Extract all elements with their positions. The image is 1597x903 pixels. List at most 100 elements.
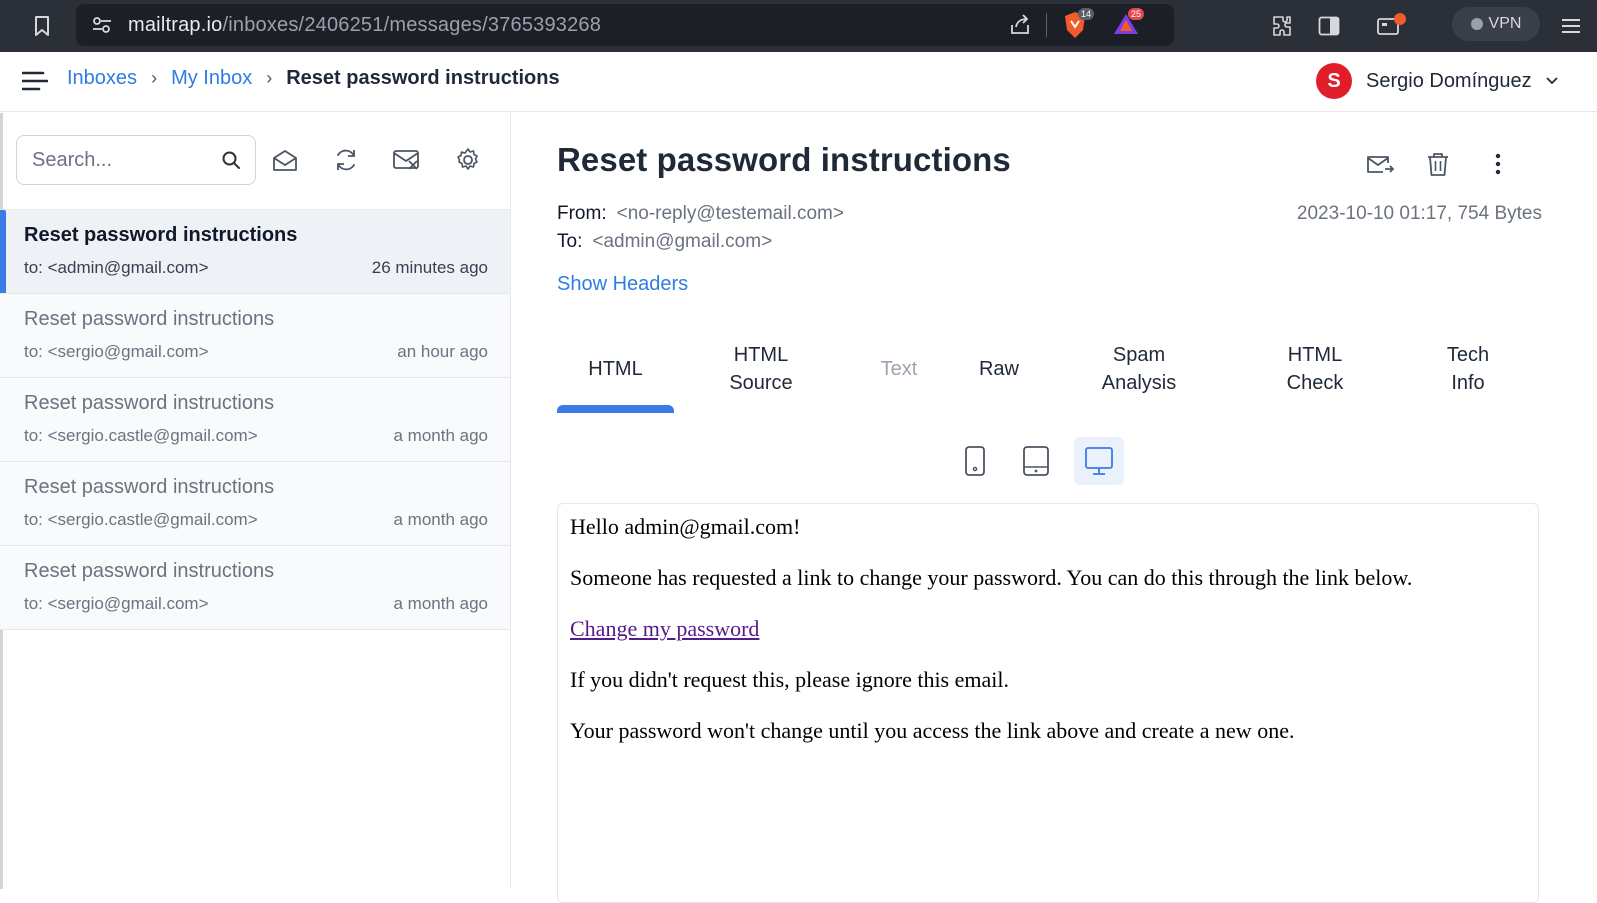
- user-menu[interactable]: S Sergio Domínguez: [1316, 63, 1558, 99]
- sidebar-toggle-icon[interactable]: [1318, 0, 1340, 52]
- message-subject: Reset password instructions: [24, 308, 275, 330]
- email-greeting: Hello admin@gmail.com!: [570, 514, 801, 539]
- rewards-icon[interactable]: 25: [1112, 8, 1145, 38]
- divider: [1046, 13, 1047, 37]
- phone-icon: [965, 446, 985, 476]
- from-label: From:: [557, 203, 607, 224]
- tab-raw[interactable]: Raw: [957, 327, 1041, 411]
- user-name: Sergio Domínguez: [1366, 69, 1532, 92]
- show-headers-link[interactable]: Show Headers: [557, 273, 688, 296]
- search-box[interactable]: [16, 135, 256, 185]
- desktop-icon: [1085, 447, 1113, 475]
- app-header: Inboxes › My Inbox › Reset password inst…: [0, 52, 1597, 112]
- message-view: Reset password instructions From: <no-rep…: [511, 113, 1597, 903]
- tab-label: Analysis: [1101, 372, 1177, 394]
- desktop-view-button[interactable]: [1074, 437, 1124, 485]
- tab-label: HTML: [588, 358, 643, 380]
- address-bar[interactable]: mailtrap.io/inboxes/2406251/messages/376…: [76, 4, 1174, 46]
- mobile-view-button[interactable]: [952, 437, 998, 485]
- message-list-item[interactable]: Reset password instructions to: <sergio.…: [0, 377, 510, 461]
- from-value: <no-reply@testemail.com>: [616, 203, 844, 224]
- divider: [0, 629, 510, 630]
- message-time: a month ago: [393, 594, 488, 613]
- message-recipient: to: <sergio.castle@gmail.com>: [24, 426, 258, 445]
- chevron-down-icon: [1546, 77, 1558, 85]
- breadcrumb: Inboxes › My Inbox › Reset password inst…: [67, 67, 560, 90]
- bookmark-icon[interactable]: [28, 12, 56, 40]
- message-time: an hour ago: [397, 342, 488, 361]
- url-text[interactable]: mailtrap.io/inboxes/2406251/messages/376…: [128, 14, 601, 37]
- site-settings-icon[interactable]: [90, 13, 114, 37]
- breadcrumb-current: Reset password instructions: [286, 67, 560, 89]
- rewards-badge: 25: [1128, 8, 1145, 20]
- message-subject: Reset password instructions: [24, 560, 275, 582]
- hamburger-icon[interactable]: [22, 70, 48, 92]
- tab-label: Tech: [1446, 344, 1490, 366]
- email-paragraph: If you didn't request this, please ignor…: [570, 667, 1009, 692]
- more-vertical-icon: [1495, 153, 1501, 175]
- url-path: /inboxes/2406251/messages/3765393268: [222, 13, 602, 36]
- envelope-open-icon: [273, 150, 297, 171]
- email-paragraph: Your password won't change until you acc…: [570, 718, 1295, 743]
- breadcrumb-inboxes[interactable]: Inboxes: [67, 67, 137, 90]
- settings-button[interactable]: [453, 145, 483, 175]
- message-list-item[interactable]: Reset password instructions to: <sergio.…: [0, 461, 510, 545]
- tab-label: Check: [1286, 372, 1344, 394]
- wallet-icon[interactable]: [1376, 0, 1406, 52]
- message-list-item[interactable]: Reset password instructions to: <admin@g…: [0, 209, 510, 294]
- breadcrumb-my-inbox[interactable]: My Inbox: [171, 67, 252, 90]
- share-icon[interactable]: [1008, 13, 1032, 37]
- brave-badge: 14: [1078, 8, 1095, 20]
- vpn-button[interactable]: VPN: [1452, 7, 1540, 41]
- message-date-size: 2023-10-10 01:17, 754 Bytes: [1296, 203, 1542, 224]
- clear-inbox-button[interactable]: [392, 145, 422, 175]
- message-recipient: to: <sergio.castle@gmail.com>: [24, 510, 258, 529]
- tab-text[interactable]: Text: [857, 327, 941, 411]
- tab-html[interactable]: HTML: [557, 327, 674, 413]
- brave-shields-icon[interactable]: 14: [1062, 8, 1095, 40]
- tablet-icon: [1023, 446, 1049, 476]
- refresh-icon: [337, 149, 355, 171]
- to-label: To:: [557, 231, 583, 252]
- gear-icon: [457, 148, 478, 170]
- tab-label: Raw: [978, 358, 1019, 380]
- email-preview: Hello admin@gmail.com! Someone has reque…: [557, 503, 1539, 903]
- tab-label: Text: [880, 358, 918, 380]
- delete-button[interactable]: [1421, 147, 1455, 181]
- tab-html-check[interactable]: HTML Check: [1261, 327, 1369, 411]
- message-recipient: to: <sergio@gmail.com>: [24, 342, 209, 361]
- search-icon[interactable]: [221, 150, 241, 170]
- search-input[interactable]: [32, 148, 212, 172]
- view-tabs: HTML HTML Source Text Raw Spam Analysis HT…: [557, 327, 1547, 413]
- avatar: S: [1316, 63, 1352, 99]
- tab-label: HTML: [1287, 344, 1343, 366]
- message-list-pane: Reset password instructions to: <admin@g…: [0, 113, 511, 889]
- tab-label: Spam: [1112, 344, 1166, 366]
- message-list-item[interactable]: Reset password instructions to: <sergio@…: [0, 293, 510, 377]
- page-title: Reset password instructions: [557, 141, 1011, 178]
- chevron-right-icon: ›: [266, 68, 273, 88]
- more-options-button[interactable]: [1481, 147, 1515, 181]
- url-host: mailtrap.io: [128, 13, 223, 36]
- menu-icon[interactable]: [1560, 0, 1582, 52]
- tab-label: HTML: [733, 344, 789, 366]
- extensions-icon[interactable]: [1270, 0, 1294, 52]
- forward-button[interactable]: [1363, 147, 1397, 181]
- mark-read-button[interactable]: [270, 145, 300, 175]
- tab-html-source[interactable]: HTML Source: [703, 327, 819, 411]
- tab-label: Info: [1451, 372, 1485, 394]
- message-time: 26 minutes ago: [371, 258, 488, 277]
- message-subject: Reset password instructions: [24, 224, 298, 246]
- vpn-label: VPN: [1488, 15, 1522, 32]
- tablet-view-button[interactable]: [1013, 437, 1059, 485]
- browser-toolbar: mailtrap.io/inboxes/2406251/messages/376…: [0, 0, 1597, 52]
- refresh-button[interactable]: [331, 145, 361, 175]
- mail-clear-icon: [393, 150, 419, 170]
- tab-tech-info[interactable]: Tech Info: [1423, 327, 1513, 411]
- trash-icon: [1428, 153, 1448, 176]
- message-recipient: to: <admin@gmail.com>: [24, 258, 209, 277]
- tab-spam-analysis[interactable]: Spam Analysis: [1077, 327, 1201, 411]
- change-password-link[interactable]: Change my password: [570, 616, 759, 641]
- message-list-item[interactable]: Reset password instructions to: <sergio@…: [0, 545, 510, 629]
- message-subject: Reset password instructions: [24, 392, 275, 414]
